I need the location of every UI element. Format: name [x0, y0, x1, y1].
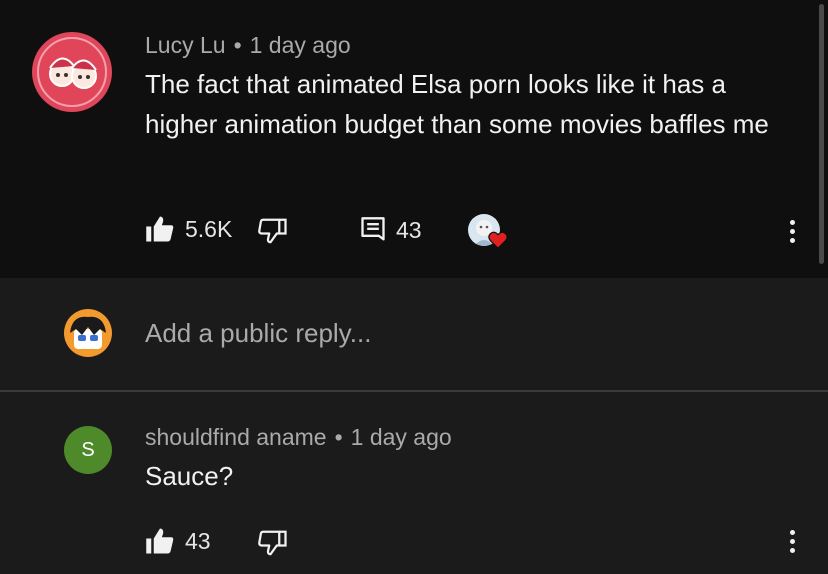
scrollbar[interactable]	[819, 4, 824, 264]
main-comment: Lucy Lu • 1 day ago The fact that animated…	[0, 0, 828, 278]
separator-dot: •	[334, 424, 343, 450]
reply-count: 43	[396, 216, 422, 243]
comment-text: The fact that animated Elsa porn looks l…	[145, 69, 769, 139]
more-options-button[interactable]	[788, 220, 796, 243]
add-reply-input[interactable]: Add a public reply...	[145, 318, 785, 349]
comment-icon	[361, 217, 385, 241]
like-count: 5.6K	[185, 215, 233, 242]
shouldfind-avatar[interactable]: S	[64, 426, 112, 474]
like-button[interactable]: 5.6K	[145, 214, 232, 244]
lucy-lu-avatar[interactable]	[32, 32, 112, 112]
timestamp[interactable]: 1 day ago	[351, 424, 452, 450]
anime-avatar-icon	[37, 37, 107, 107]
thumbs-up-icon	[146, 216, 174, 242]
like-count: 43	[185, 527, 211, 554]
separator-dot: •	[233, 32, 242, 58]
avatar-letter: S	[81, 438, 95, 461]
like-button[interactable]: 43	[145, 526, 211, 556]
user-avatar-icon	[70, 316, 106, 349]
reply-button[interactable]: 43	[360, 216, 422, 244]
comment-meta: shouldfind aname • 1 day ago	[145, 424, 452, 451]
comment-text: Sauce?	[145, 461, 234, 491]
dislike-button[interactable]	[258, 528, 288, 558]
thumbs-up-icon	[146, 528, 174, 554]
dislike-button[interactable]	[258, 216, 288, 246]
thumbs-down-icon	[258, 530, 287, 556]
thumbs-down-icon	[258, 218, 287, 244]
comment-meta: Lucy Lu • 1 day ago	[145, 32, 351, 59]
heart-icon	[488, 231, 508, 249]
author-name[interactable]: Lucy Lu	[145, 32, 226, 58]
user-avatar	[64, 309, 112, 357]
reply-input-row: Add a public reply...	[0, 278, 828, 390]
reply-comment: S shouldfind aname • 1 day ago Sauce? 43	[0, 392, 828, 574]
author-name[interactable]: shouldfind aname	[145, 424, 327, 450]
more-options-button[interactable]	[788, 530, 796, 553]
timestamp[interactable]: 1 day ago	[250, 32, 351, 58]
creator-heart	[468, 214, 510, 250]
